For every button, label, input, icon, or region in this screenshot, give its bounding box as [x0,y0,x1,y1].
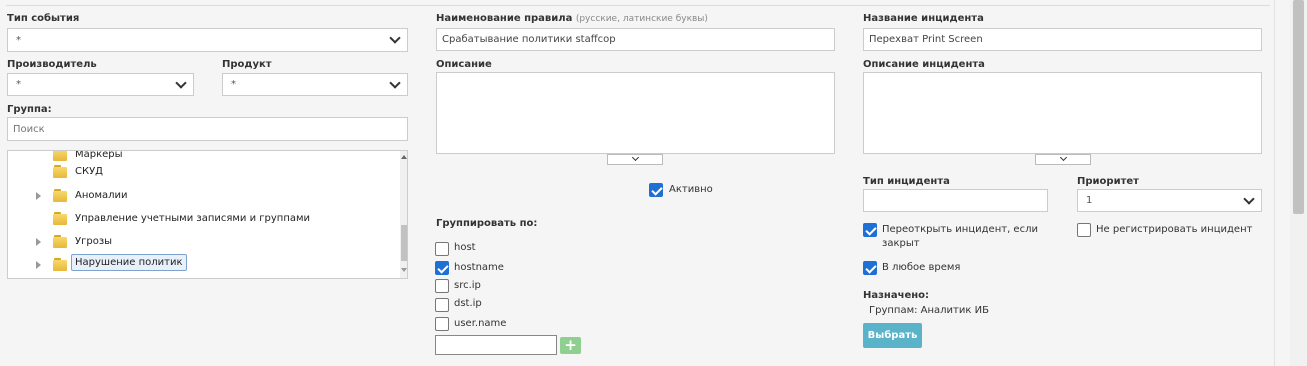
any-time-checkbox[interactable] [863,261,877,275]
event-type-value: * [16,34,21,46]
expand-arrow-icon[interactable] [36,238,41,246]
plus-icon: + [564,336,577,354]
group-by-field-label: dst.ip [454,298,482,309]
folder-icon [53,235,67,248]
add-field-button[interactable]: + [560,337,581,354]
event-type-select[interactable]: * [7,28,408,52]
tree-item[interactable]: СКУД [8,162,398,182]
tree-item-label: Управление учетными записями и группами [75,213,311,224]
reopen-label: Переоткрыть инцидент, если [882,224,1038,235]
group-by-hostname-checkbox[interactable] [435,261,449,275]
chevron-down-icon [175,76,187,89]
rule-name-input[interactable]: Срабатывание политики staffcop [436,28,835,51]
folder-icon [53,151,67,161]
chevron-down-icon [631,153,639,162]
group-by-field-label: user.name [454,318,507,329]
chevron-down-icon [1243,192,1255,205]
event-type-label: Тип события [7,13,80,24]
description-textarea[interactable] [436,72,835,154]
top-divider [6,5,1270,6]
panel-edge [1274,0,1275,366]
folder-icon [53,212,67,225]
group-by-srcip-checkbox[interactable] [435,279,449,293]
any-time-label: В любое время [882,262,961,273]
folder-icon [53,189,67,202]
product-value: * [231,79,236,90]
expand-arrow-icon[interactable] [36,261,41,269]
chevron-down-icon [389,32,401,44]
vendor-label: Производитель [7,59,97,70]
folder-icon [53,258,67,271]
tree-item[interactable]: Угрозы [8,232,398,252]
chevron-down-icon [1059,153,1067,162]
incident-description-label: Описание инцидента [863,59,985,70]
rule-name-label-text: Наименование правила [436,13,573,24]
assigned-value: Группам: Аналитик ИБ [869,305,989,316]
vendor-select[interactable]: * [7,73,194,96]
group-by-username-checkbox[interactable] [435,317,449,331]
incident-description-textarea[interactable] [863,72,1262,154]
tree-item[interactable]: Управление учетными записями и группами [8,209,398,229]
group-label: Группа: [7,104,52,115]
description-label: Описание [436,59,492,70]
expand-arrow-icon[interactable] [36,192,41,200]
group-tree: Маркеры СКУД Аномалии Управление учетным… [7,150,408,279]
group-search-input[interactable] [7,117,408,141]
tree-item-label: СКУД [75,166,103,177]
scroll-down-icon[interactable] [401,268,407,272]
group-by-field-label: src.ip [454,280,481,291]
new-group-field-input[interactable] [435,335,557,355]
priority-label: Приоритет [1077,176,1139,187]
tree-scrollbar-thumb[interactable] [401,225,407,261]
tree-item-label: Аномалии [75,190,128,201]
reopen-label-line2: закрыт [882,238,920,249]
page-scrollbar[interactable] [1290,0,1307,366]
tree-item-selected[interactable]: Нарушение политик [8,254,398,275]
incident-type-label: Тип инцидента [863,176,950,187]
rule-name-label: Наименование правила (русские, латинские… [436,13,708,24]
scroll-up-icon[interactable] [401,155,407,159]
tree-item[interactable]: Аномалии [8,186,398,206]
folder-icon [53,165,67,178]
tree-item-label: Угрозы [75,236,113,247]
active-label: Активно [669,184,713,195]
chevron-down-icon [389,76,401,89]
rule-name-hint: (русские, латинские буквы) [575,14,708,24]
tree-item-label: Нарушение политик [71,254,187,271]
assigned-label: Назначено: [863,290,930,301]
incident-name-label: Название инцидента [863,13,984,24]
select-assignee-button[interactable]: Выбрать [863,323,922,348]
incident-description-resize-handle[interactable] [1035,153,1091,165]
tree-scrollbar[interactable] [400,151,407,278]
reopen-checkbox[interactable] [863,223,877,237]
group-by-field-label: hostname [454,262,504,273]
group-by-host-checkbox[interactable] [435,242,449,256]
vendor-value: * [16,79,21,90]
product-select[interactable]: * [222,73,408,96]
group-by-field-label: host [454,242,476,253]
no-register-checkbox[interactable] [1077,223,1091,237]
product-label: Продукт [222,59,272,70]
tree-item-label: Маркеры [75,150,123,160]
group-by-label: Группировать по: [436,218,538,229]
page-scrollbar-thumb[interactable] [1293,0,1304,214]
no-register-label: Не регистрировать инцидент [1096,224,1253,235]
incident-name-input[interactable]: Перехват Print Screen [863,28,1262,51]
active-checkbox[interactable] [649,183,663,197]
priority-select[interactable]: 1 [1077,189,1262,212]
group-by-dstip-checkbox[interactable] [435,298,449,312]
priority-value: 1 [1086,195,1093,206]
incident-type-input[interactable] [863,189,1048,212]
description-resize-handle[interactable] [607,153,663,165]
